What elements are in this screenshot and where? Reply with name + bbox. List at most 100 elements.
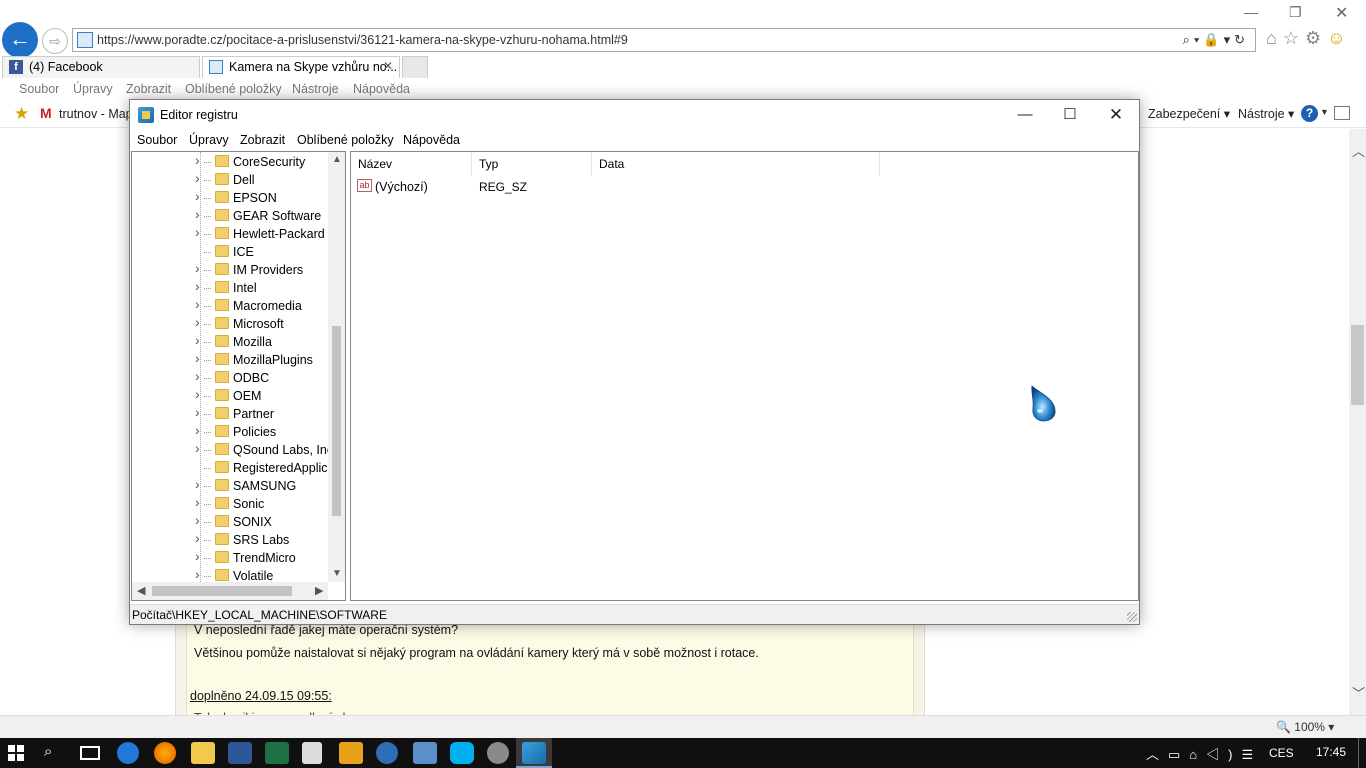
- browser-toolbar-icons[interactable]: ⌂☆⚙☺: [1266, 28, 1352, 49]
- menu-help[interactable]: Nápověda: [353, 82, 410, 96]
- expand-chevron-icon[interactable]: ›: [195, 278, 200, 294]
- smiley-feedback-icon[interactable]: ☺: [1327, 28, 1351, 48]
- firefox-icon[interactable]: [154, 742, 176, 764]
- menu-help[interactable]: Nápověda: [403, 133, 460, 147]
- close-icon[interactable]: ✕: [1093, 104, 1139, 126]
- tree-item[interactable]: › IM Providers: [132, 260, 328, 279]
- url-text[interactable]: https://www.poradte.cz/pocitace-a-prislu…: [97, 33, 628, 47]
- scrollbar-thumb[interactable]: [1351, 325, 1364, 405]
- menu-tools[interactable]: Nástroje: [292, 82, 339, 96]
- internet-explorer-icon[interactable]: [117, 742, 139, 764]
- restore-icon[interactable]: ❐: [1289, 4, 1302, 21]
- expand-chevron-icon[interactable]: ›: [195, 206, 200, 222]
- back-button[interactable]: ←: [2, 22, 38, 58]
- tree-item[interactable]: › Macromedia: [132, 296, 328, 315]
- column-header-type[interactable]: Typ: [472, 152, 592, 176]
- media-player-icon[interactable]: [339, 742, 363, 764]
- favorites-star-icon[interactable]: ☆: [1283, 28, 1305, 48]
- scroll-up-icon[interactable]: ▲: [332, 154, 342, 165]
- chevron-down-icon[interactable]: ▼: [1320, 107, 1329, 117]
- expand-chevron-icon[interactable]: ›: [195, 350, 200, 366]
- tools-menu[interactable]: Nástroje ▾: [1238, 106, 1294, 121]
- expand-chevron-icon[interactable]: ›: [195, 224, 200, 240]
- word-icon[interactable]: [228, 742, 252, 764]
- search-icon[interactable]: ⌕: [44, 743, 68, 765]
- show-desktop-button[interactable]: [1358, 738, 1359, 768]
- favorite-trutnov-link[interactable]: trutnov - Map: [59, 107, 133, 121]
- current-key-path[interactable]: Počítač\HKEY_LOCAL_MACHINE\SOFTWARE: [132, 608, 387, 622]
- expand-chevron-icon[interactable]: ›: [195, 170, 200, 186]
- add-favorite-star-icon[interactable]: ★: [14, 104, 29, 124]
- tree-item[interactable]: › Intel: [132, 278, 328, 297]
- gear-icon[interactable]: ⚙: [1305, 28, 1327, 48]
- minimize-icon[interactable]: —: [1002, 104, 1048, 126]
- tree-item[interactable]: › Sonic: [132, 494, 328, 513]
- clock[interactable]: 17:45: [1316, 745, 1346, 759]
- tree-item[interactable]: › OEM: [132, 386, 328, 405]
- tree-item[interactable]: › CoreSecurity: [132, 152, 328, 171]
- menu-favorites[interactable]: Oblíbené položky: [185, 82, 282, 96]
- expand-chevron-icon[interactable]: ›: [195, 152, 200, 168]
- tree-item[interactable]: › GEAR Software: [132, 206, 328, 225]
- tree-vertical-scrollbar[interactable]: ▲ ▼: [328, 152, 345, 582]
- page-scrollbar[interactable]: ︿ ﹀: [1349, 129, 1366, 715]
- column-header-name[interactable]: Název: [351, 152, 472, 176]
- value-name[interactable]: (Výchozí): [375, 180, 428, 194]
- resize-grip-icon[interactable]: [1127, 612, 1137, 622]
- forward-button[interactable]: ⇨: [42, 28, 68, 54]
- menu-edit[interactable]: Úpravy: [189, 133, 229, 147]
- scroll-right-icon[interactable]: ▶: [315, 584, 323, 597]
- tree-item[interactable]: › SAMSUNG: [132, 476, 328, 495]
- tree-item[interactable]: › Microsoft: [132, 314, 328, 333]
- menu-favorites[interactable]: Oblíbené položky: [297, 133, 394, 147]
- tab-camera-skype[interactable]: Kamera na Skype vzhůru no... ✕: [202, 56, 400, 78]
- registry-values-list[interactable]: Název Typ Data ab (Výchozí) REG_SZ: [350, 151, 1139, 601]
- tree-item[interactable]: › Dell: [132, 170, 328, 189]
- close-icon[interactable]: ✕: [1335, 3, 1348, 23]
- menu-file[interactable]: Soubor: [19, 82, 59, 96]
- expand-chevron-icon[interactable]: ›: [195, 404, 200, 420]
- maximize-icon[interactable]: ☐: [1047, 104, 1093, 126]
- expand-chevron-icon[interactable]: ›: [195, 386, 200, 402]
- system-tools-icon[interactable]: [487, 742, 509, 764]
- home-icon[interactable]: ⌂: [1266, 28, 1283, 48]
- tree-item[interactable]: › Hewlett-Packard: [132, 224, 328, 243]
- scrollbar-thumb[interactable]: [332, 326, 341, 516]
- tree-item[interactable]: › TrendMicro: [132, 548, 328, 567]
- app-globe-icon[interactable]: [376, 742, 398, 764]
- tree-item[interactable]: › MozillaPlugins: [132, 350, 328, 369]
- tree-item[interactable]: › SONIX: [132, 512, 328, 531]
- expand-chevron-icon[interactable]: ›: [195, 530, 200, 546]
- scroll-down-icon[interactable]: ﹀: [1352, 683, 1365, 702]
- expand-chevron-icon[interactable]: ›: [195, 314, 200, 330]
- tree-item[interactable]: › Partner: [132, 404, 328, 423]
- minimize-icon[interactable]: —: [1244, 4, 1258, 20]
- expand-chevron-icon[interactable]: ›: [195, 566, 200, 582]
- expand-chevron-icon[interactable]: ›: [195, 512, 200, 528]
- menu-file[interactable]: Soubor: [137, 133, 177, 147]
- task-view-icon[interactable]: [80, 746, 100, 760]
- scrollbar-thumb[interactable]: [152, 586, 292, 596]
- security-menu[interactable]: Zabezpečení ▾: [1148, 106, 1230, 121]
- expand-chevron-icon[interactable]: ›: [195, 494, 200, 510]
- windows-start-icon[interactable]: [8, 745, 24, 761]
- calculator-icon[interactable]: [302, 742, 322, 764]
- help-icon[interactable]: ?: [1301, 105, 1318, 122]
- expand-chevron-icon[interactable]: ›: [195, 296, 200, 312]
- expand-chevron-icon[interactable]: ›: [195, 368, 200, 384]
- control-panel-icon[interactable]: [413, 742, 437, 764]
- excel-icon[interactable]: [265, 742, 289, 764]
- scroll-up-icon[interactable]: ︿: [1352, 141, 1365, 160]
- taskbar-regedit-button[interactable]: [516, 738, 552, 768]
- menu-view[interactable]: Zobrazit: [126, 82, 171, 96]
- tree-horizontal-scrollbar[interactable]: ◀ ▶: [132, 582, 328, 600]
- tab-facebook[interactable]: f (4) Facebook: [2, 56, 200, 78]
- expand-chevron-icon[interactable]: ›: [195, 332, 200, 348]
- expand-chevron-icon[interactable]: ›: [195, 188, 200, 204]
- address-actions[interactable]: ⌕▾🔒▾↻: [1183, 32, 1249, 48]
- compatibility-view-icon[interactable]: [1334, 106, 1350, 120]
- menu-view[interactable]: Zobrazit: [240, 133, 285, 147]
- file-explorer-icon[interactable]: [191, 742, 215, 764]
- column-header-data[interactable]: Data: [592, 152, 880, 176]
- expand-chevron-icon[interactable]: ›: [195, 260, 200, 276]
